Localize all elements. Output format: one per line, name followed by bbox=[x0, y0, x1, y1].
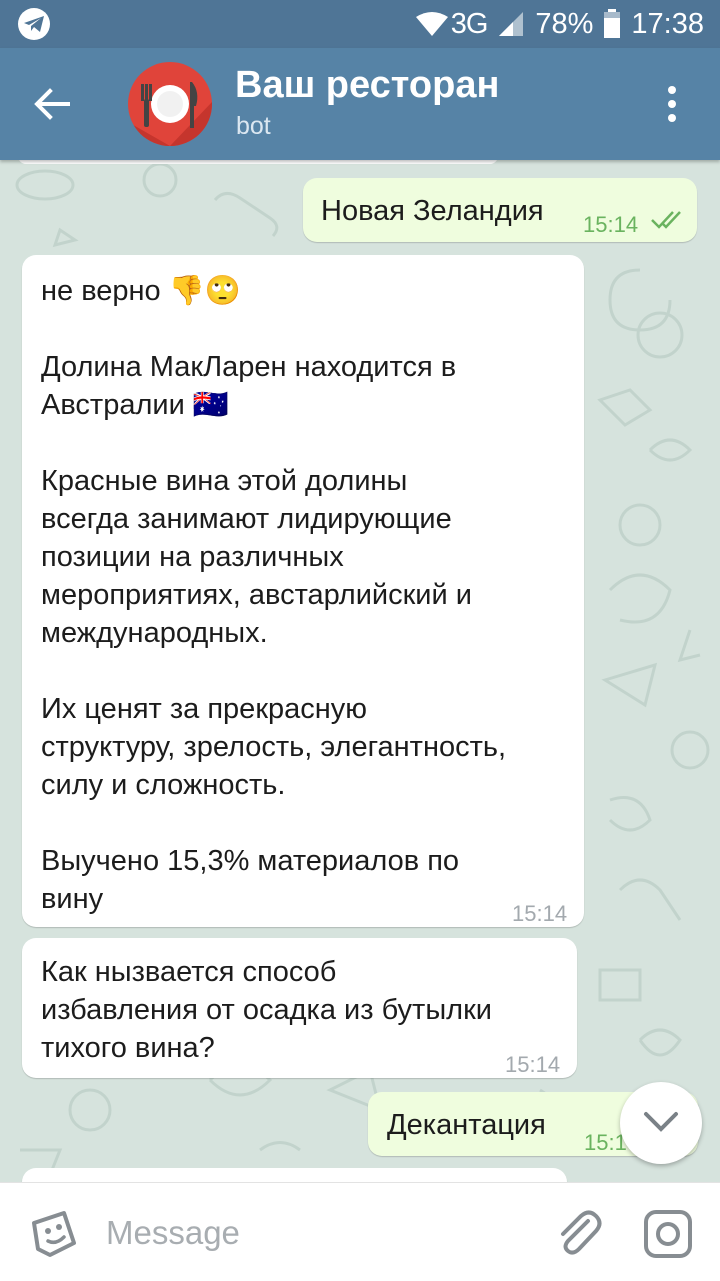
network-type: 3G bbox=[450, 7, 489, 40]
battery-icon bbox=[603, 9, 621, 39]
incoming-message[interactable]: не верно 👎🙄 Долина МакЛарен находится в … bbox=[22, 255, 584, 927]
signal-icon bbox=[497, 10, 525, 38]
outgoing-message[interactable]: Новая Зеландия 15:14 bbox=[303, 178, 697, 242]
arrow-left-icon bbox=[34, 88, 70, 120]
previous-message-edge bbox=[18, 160, 498, 164]
message-input[interactable] bbox=[104, 1207, 508, 1259]
message-paragraph: Как ныз­вается способ избавления от осад… bbox=[41, 956, 492, 1064]
sticker-button[interactable] bbox=[28, 1209, 78, 1259]
incoming-message[interactable]: Как ныз­вается способ избавления от осад… bbox=[22, 938, 577, 1078]
chat-header: Ваш ресторан bot bbox=[0, 48, 720, 160]
status-bar: 3G 78% 17:38 bbox=[0, 0, 720, 48]
camera-button[interactable] bbox=[642, 1208, 694, 1260]
attach-button[interactable] bbox=[552, 1207, 604, 1259]
message-paragraph: Красные вина этой долины всегда занимают… bbox=[41, 465, 472, 649]
wifi-icon bbox=[415, 11, 449, 37]
chevron-down-icon bbox=[644, 1112, 678, 1132]
chat-subtitle: bot bbox=[236, 112, 271, 140]
message-time: 15:14 bbox=[583, 212, 639, 237]
camera-icon bbox=[644, 1210, 692, 1258]
message-paragraph: Их ценят за прекрасную структуру, зрелос… bbox=[41, 693, 507, 801]
message-time: 15:14 bbox=[512, 901, 568, 926]
sticker-icon bbox=[32, 1211, 76, 1257]
clock: 17:38 bbox=[631, 7, 704, 40]
message-composer bbox=[0, 1182, 720, 1281]
message-text: Декантация bbox=[387, 1109, 546, 1141]
scroll-down-button[interactable] bbox=[620, 1082, 702, 1164]
double-check-icon bbox=[651, 211, 681, 229]
paperclip-icon bbox=[561, 1210, 602, 1255]
message-paragraph: Выучено 15,3% материалов по вину bbox=[41, 845, 460, 915]
message-paragraph: не верно 👎🙄 bbox=[41, 275, 241, 307]
message-time: 15:14 bbox=[505, 1052, 561, 1077]
telegram-icon bbox=[18, 8, 50, 40]
more-options-button[interactable] bbox=[660, 82, 684, 126]
chat-title: Ваш ресторан bbox=[235, 64, 500, 106]
incoming-message bbox=[22, 1168, 567, 1182]
message-paragraph: Долина МакЛарен находится в Австралии 🇦🇺 bbox=[41, 351, 457, 421]
battery-percent: 78% bbox=[535, 7, 594, 40]
message-text: Новая Зеландия bbox=[321, 195, 544, 227]
more-vert-icon bbox=[668, 86, 676, 122]
back-button[interactable] bbox=[30, 82, 74, 126]
bot-avatar[interactable] bbox=[128, 62, 212, 146]
message-list[interactable]: Новая Зеландия 15:14 не верно 👎🙄 Долина … bbox=[0, 160, 720, 1182]
